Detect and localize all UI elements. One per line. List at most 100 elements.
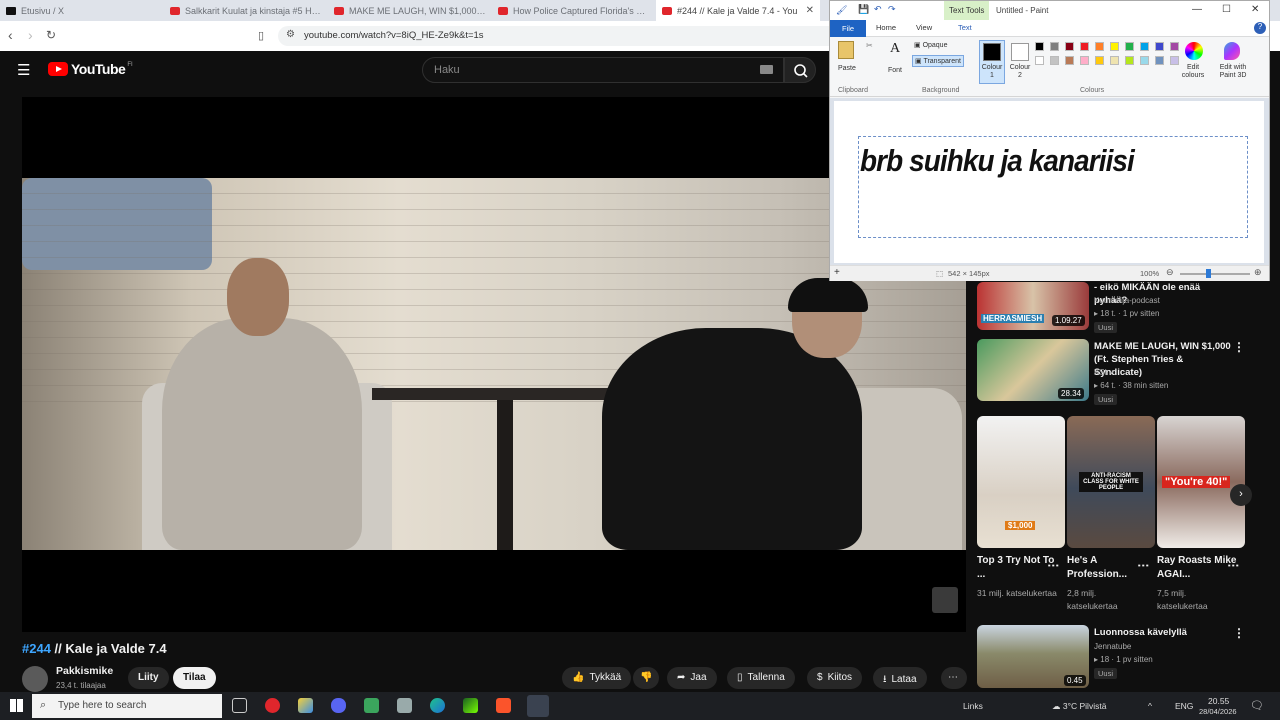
download-button[interactable]: ⭳ Lataa xyxy=(873,667,927,689)
url-input[interactable]: ⚙ youtube.com/watch?v=8iQ_HE-Ze9k&t=1s xyxy=(278,26,838,46)
task-view-icon[interactable] xyxy=(232,698,247,713)
zoom-out-icon[interactable]: ⊖ xyxy=(1166,267,1174,278)
dislike-button[interactable]: 👎 xyxy=(633,667,659,689)
more-options-icon[interactable]: ⋮ xyxy=(1047,560,1061,571)
palette-swatch[interactable] xyxy=(1050,42,1059,51)
palette-swatch[interactable] xyxy=(1080,56,1089,65)
more-options-icon[interactable]: ⋮ xyxy=(1227,560,1241,571)
close-tab-icon[interactable]: ✕ xyxy=(806,5,814,16)
weather-widget[interactable]: ☁ 3°C Pilvistä xyxy=(1052,701,1106,712)
channel-name[interactable]: Pakkismike xyxy=(56,665,113,677)
edit-colours-button[interactable]: Edit colours xyxy=(1178,64,1208,80)
transparent-option[interactable]: ▣ Transparent xyxy=(912,55,964,67)
palette-swatch[interactable] xyxy=(1140,56,1149,65)
zoom-in-icon[interactable]: ⊕ xyxy=(1254,267,1262,278)
palette-swatch[interactable] xyxy=(1065,42,1074,51)
search-button[interactable] xyxy=(784,57,816,83)
short-title[interactable]: He's A Profession... xyxy=(1067,554,1147,582)
channel-watermark[interactable] xyxy=(932,587,958,613)
app-icon[interactable] xyxy=(364,698,379,713)
tab-home[interactable]: Home xyxy=(876,23,896,32)
like-button[interactable]: 👍 Tykkää xyxy=(562,667,632,689)
canvas-text[interactable]: brb suihku ja kanariisi xyxy=(860,143,1135,179)
cut-icon[interactable]: ✂ xyxy=(866,41,873,50)
paste-button[interactable]: Paste xyxy=(838,65,856,72)
font-button[interactable]: Font xyxy=(888,67,902,74)
join-button[interactable]: Liity xyxy=(128,667,169,689)
forward-icon[interactable]: › xyxy=(28,27,33,43)
palette-swatch[interactable] xyxy=(1095,42,1104,51)
browser-tab[interactable]: Etusivu / X xyxy=(0,0,164,21)
tray-chevron-icon[interactable]: ^ xyxy=(1148,701,1152,711)
palette-swatch[interactable] xyxy=(1095,56,1104,65)
brave-icon[interactable] xyxy=(496,698,511,713)
short-title[interactable]: Ray Roasts Mike AGAI... xyxy=(1157,554,1237,582)
save-icon[interactable]: 💾 xyxy=(858,4,869,15)
font-icon[interactable]: A xyxy=(890,41,900,57)
palette-swatch[interactable] xyxy=(1170,42,1179,51)
opaque-option[interactable]: ▣ Opaque xyxy=(914,41,947,49)
more-options-icon[interactable]: ⋮ xyxy=(1233,340,1245,354)
thanks-button[interactable]: $ Kiitos xyxy=(807,667,863,689)
hashtag-link[interactable]: #244 xyxy=(22,641,51,656)
app-icon[interactable] xyxy=(463,698,478,713)
shield-icon[interactable] xyxy=(397,698,412,713)
close-icon[interactable]: ✕ xyxy=(1251,4,1259,15)
menu-icon[interactable]: ☰ xyxy=(17,61,30,79)
browser-tab[interactable]: Salkkarit Kuulat ja kinstaja #5 Helena xyxy=(164,0,328,21)
clock-time[interactable]: 20.55 xyxy=(1208,696,1229,706)
palette-swatch[interactable] xyxy=(1035,42,1044,51)
minimize-icon[interactable]: — xyxy=(1192,4,1202,15)
browser-tab[interactable]: How Police Captured Florida's Longe xyxy=(492,0,656,21)
windows-start-icon[interactable] xyxy=(10,699,23,712)
browser-tab[interactable]: MAKE ME LAUGH, WIN $1,000 (Ft. St xyxy=(328,0,492,21)
colour2-swatch[interactable] xyxy=(1011,43,1029,61)
paint-window[interactable]: 🖌 💾 ↶ ↷ Text Tools Untitled - Paint — ☐ … xyxy=(829,0,1270,281)
search-input[interactable]: Haku xyxy=(422,57,784,83)
redo-icon[interactable]: ↷ xyxy=(888,4,896,15)
tab-view[interactable]: View xyxy=(916,23,932,32)
bookmark-icon[interactable]: ▯ xyxy=(258,29,264,42)
back-icon[interactable]: ‹ xyxy=(8,27,13,43)
clock-date[interactable]: 28/04/2026 xyxy=(1199,707,1237,716)
recommendation-channel[interactable]: KSI ✔ xyxy=(1094,367,1116,379)
undo-icon[interactable]: ↶ xyxy=(874,4,882,15)
save-button[interactable]: ▯ Tallenna xyxy=(727,667,795,689)
keyboard-icon[interactable] xyxy=(760,65,773,74)
zoom-slider[interactable] xyxy=(1180,273,1250,275)
language-indicator[interactable]: ENG xyxy=(1175,701,1193,711)
maximize-icon[interactable]: ☐ xyxy=(1222,4,1231,15)
shorts-next-button[interactable]: › xyxy=(1230,484,1252,506)
share-button[interactable]: ➦ Jaa xyxy=(667,667,717,689)
palette-swatch[interactable] xyxy=(1155,56,1164,65)
edge-icon[interactable] xyxy=(430,698,445,713)
reload-icon[interactable]: ↻ xyxy=(46,28,56,42)
browser-tab-active[interactable]: #244 // Kale ja Valde 7.4 - You ✕ xyxy=(656,0,820,21)
palette-swatch[interactable] xyxy=(1050,56,1059,65)
site-info-icon[interactable]: ⚙ xyxy=(286,29,295,40)
tab-text[interactable]: Text xyxy=(958,23,972,32)
palette-swatch[interactable] xyxy=(1140,42,1149,51)
channel-avatar[interactable] xyxy=(22,666,48,692)
app-icon[interactable] xyxy=(298,698,313,713)
paint-taskbar-icon[interactable] xyxy=(527,695,549,717)
paint3d-icon[interactable] xyxy=(1224,42,1240,60)
help-icon[interactable]: ? xyxy=(1254,22,1266,34)
youtube-logo[interactable]: YouTube FI xyxy=(48,61,133,77)
short-title[interactable]: Top 3 Try Not To ... xyxy=(977,554,1057,582)
recommendation-channel[interactable]: Jennatube xyxy=(1094,641,1131,653)
palette-swatch[interactable] xyxy=(1065,56,1074,65)
discord-icon[interactable] xyxy=(331,698,346,713)
palette-swatch[interactable] xyxy=(1110,56,1119,65)
more-options-icon[interactable]: ⋮ xyxy=(1137,560,1151,571)
tab-file[interactable]: File xyxy=(830,20,866,37)
more-options-icon[interactable]: ⋮ xyxy=(1233,626,1245,640)
palette-swatch[interactable] xyxy=(1125,56,1134,65)
palette-swatch[interactable] xyxy=(1125,42,1134,51)
palette-swatch[interactable] xyxy=(1110,42,1119,51)
video-player[interactable] xyxy=(22,97,966,632)
links-toolbar[interactable]: Links xyxy=(963,701,983,711)
palette-swatch[interactable] xyxy=(1155,42,1164,51)
edit-colours-icon[interactable] xyxy=(1185,42,1203,60)
paste-icon[interactable] xyxy=(838,41,854,59)
